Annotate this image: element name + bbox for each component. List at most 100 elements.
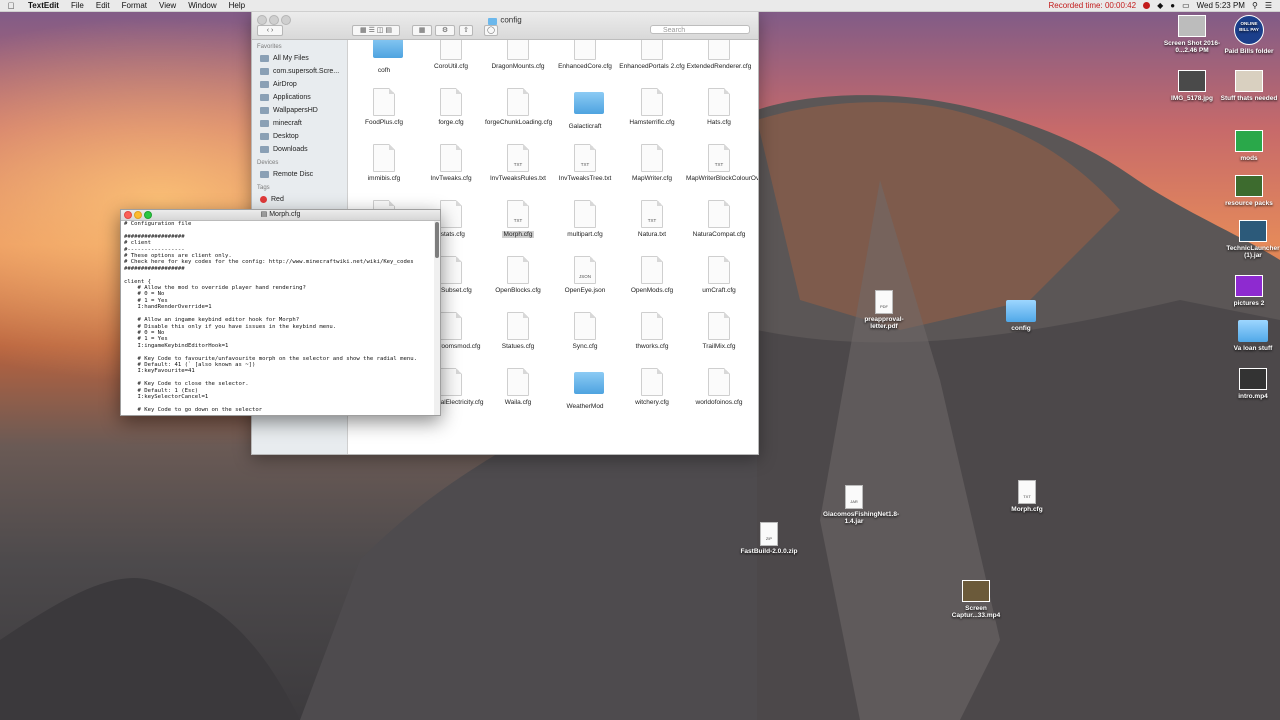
sidebar-item-remote-disc[interactable]: Remote Disc: [252, 168, 347, 181]
file-item[interactable]: immibis.cfg: [351, 144, 417, 182]
sidebar-item-downloads[interactable]: Downloads: [252, 143, 347, 156]
sidebar-item-applications[interactable]: Applications: [252, 91, 347, 104]
desktop-item-label: pictures 2: [1233, 300, 1265, 307]
file-item[interactable]: OpenBlocks.cfg: [485, 256, 551, 294]
action-gear-icon[interactable]: ⚙: [435, 25, 455, 36]
sidebar-item-all-my-files[interactable]: All My Files: [252, 52, 347, 65]
file-item[interactable]: CoroUtil.cfg: [418, 40, 484, 70]
menu-view[interactable]: View: [153, 1, 182, 10]
sidebar-item-airdrop[interactable]: AirDrop: [252, 78, 347, 91]
file-name-text: umCraft.cfg: [702, 287, 736, 294]
file-item[interactable]: Galacticraft: [552, 88, 618, 130]
file-name-text: dstats.cfg: [437, 231, 465, 238]
file-item[interactable]: JSON OpenEye.json: [552, 256, 618, 294]
desktop-item[interactable]: Screen Shot 2016-0...2.46 PM: [1161, 15, 1223, 54]
document-shape: [440, 200, 462, 228]
file-item[interactable]: TXT InvTweaksRules.txt: [485, 144, 551, 182]
file-item[interactable]: forge.cfg: [418, 88, 484, 126]
search-input[interactable]: Search: [650, 25, 750, 34]
record-stop-icon[interactable]: [1143, 2, 1151, 9]
desktop-item[interactable]: TXT Morph.cfg: [996, 480, 1058, 513]
file-item[interactable]: multipart.cfg: [552, 200, 618, 238]
wifi-icon[interactable]: ●: [1170, 1, 1175, 10]
file-name-text: ExtendedRenderer.cfg: [686, 63, 752, 70]
desktop-item[interactable]: intro.mp4: [1222, 368, 1280, 400]
desktop-item[interactable]: config: [990, 300, 1052, 332]
file-item[interactable]: TrailMix.cfg: [686, 312, 752, 350]
file-name-text: InvTweaksRules.txt: [490, 175, 546, 182]
scrollbar-thumb[interactable]: [435, 222, 439, 258]
file-name-text: Statues.cfg: [501, 343, 535, 350]
back-forward-button[interactable]: ‹ ›: [257, 25, 283, 36]
tag-icon[interactable]: ◯: [484, 25, 498, 36]
file-item[interactable]: cofh: [351, 40, 417, 74]
battery-icon[interactable]: ▭: [1182, 1, 1190, 10]
folder-icon: [373, 40, 403, 64]
sidebar-item-supersoft[interactable]: com.supersoft.Scre...: [252, 65, 347, 78]
applications-icon: [260, 94, 269, 101]
desktop-item[interactable]: resource packs: [1218, 175, 1280, 207]
file-item[interactable]: InvTweaks.cfg: [418, 144, 484, 182]
file-item[interactable]: witchery.cfg: [619, 368, 685, 406]
file-item[interactable]: Waila.cfg: [485, 368, 551, 406]
spotlight-icon[interactable]: ⚲: [1252, 1, 1258, 10]
file-item[interactable]: Statues.cfg: [485, 312, 551, 350]
sidebar-item-wallpapershd[interactable]: WallpapersHD: [252, 104, 347, 117]
desktop-item[interactable]: Va loan stuff: [1222, 320, 1280, 352]
clock[interactable]: Wed 5:23 PM: [1197, 1, 1245, 10]
file-item[interactable]: Hats.cfg: [686, 88, 752, 126]
dropbox-icon[interactable]: ◆: [1157, 1, 1163, 10]
desktop-item[interactable]: Screen Captur...33.mp4: [945, 580, 1007, 619]
desktop-item[interactable]: IMG_5178.jpg: [1161, 70, 1223, 102]
menu-app-name[interactable]: TextEdit: [22, 1, 65, 10]
file-item[interactable]: TXT MapWriterBlockColourOverrides.txt: [686, 144, 758, 182]
file-item[interactable]: TXT Morph.cfg: [485, 200, 551, 238]
menu-file[interactable]: File: [65, 1, 90, 10]
menu-window[interactable]: Window: [182, 1, 222, 10]
desktop-item[interactable]: ZIP FastBuild-2.0.0.zip: [738, 522, 800, 555]
file-item[interactable]: forgeChunkLoading.cfg: [485, 88, 552, 126]
file-item[interactable]: umCraft.cfg: [686, 256, 752, 294]
file-item[interactable]: Sync.cfg: [552, 312, 618, 350]
desktop-item[interactable]: ONLINE BILL PAY Paid Bills folder: [1218, 15, 1280, 55]
notification-center-icon[interactable]: ☰: [1265, 1, 1272, 10]
file-item[interactable]: EnhancedCore.cfg: [552, 40, 618, 70]
sidebar-item-desktop[interactable]: Desktop: [252, 130, 347, 143]
desktop-item[interactable]: pictures 2: [1218, 275, 1280, 307]
file-name: forge.cfg: [418, 119, 484, 126]
share-icon[interactable]: ⇧: [459, 25, 473, 36]
document-shape: TXT: [507, 200, 529, 228]
file-item[interactable]: OpenMods.cfg: [619, 256, 685, 294]
file-type-tag: TXT: [513, 162, 523, 167]
file-item[interactable]: TXT InvTweaksTree.txt: [552, 144, 618, 182]
menu-edit[interactable]: Edit: [90, 1, 116, 10]
desktop-item[interactable]: JAR GiacomosFishingNet1.8-1.4.jar: [823, 485, 899, 525]
file-item[interactable]: EnhancedPortals 2.cfg: [619, 40, 685, 70]
file-item[interactable]: TXT Natura.txt: [619, 200, 685, 238]
file-item[interactable]: WeatherMod: [552, 368, 618, 410]
desktop-item[interactable]: mods: [1218, 130, 1280, 162]
menu-format[interactable]: Format: [116, 1, 153, 10]
file-item[interactable]: Hamsterrific.cfg: [619, 88, 685, 126]
document-text-area[interactable]: # Configuration file ################## …: [121, 221, 434, 415]
desktop-item[interactable]: PDF preapproval-letter.pdf: [853, 290, 915, 330]
desktop-item[interactable]: Stuff thats needed: [1218, 70, 1280, 102]
file-item[interactable]: NaturaCompat.cfg: [686, 200, 752, 238]
menu-help[interactable]: Help: [223, 1, 251, 10]
document-shape: [440, 312, 462, 340]
sidebar-item-minecraft[interactable]: minecraft: [252, 117, 347, 130]
apple-menu-icon[interactable]: : [0, 1, 22, 11]
file-item[interactable]: worldofoinos.cfg: [686, 368, 752, 406]
document-shape: [574, 312, 596, 340]
file-item[interactable]: FoodPlus.cfg: [351, 88, 417, 126]
file-item[interactable]: ExtendedRenderer.cfg: [686, 40, 752, 70]
arrange-button[interactable]: ▦: [412, 25, 432, 36]
sidebar-item-label: Remote Disc: [273, 171, 314, 178]
view-mode-buttons[interactable]: ▦ ☰ ◫ ▤: [352, 25, 400, 36]
desktop-item[interactable]: TechnicLauncher (1).jar: [1222, 220, 1280, 259]
file-item[interactable]: DragonMounts.cfg: [485, 40, 551, 70]
file-item[interactable]: MapWriter.cfg: [619, 144, 685, 182]
sidebar-item-tag-red[interactable]: Red: [252, 193, 347, 206]
document-icon: [507, 312, 529, 340]
file-item[interactable]: thworks.cfg: [619, 312, 685, 350]
